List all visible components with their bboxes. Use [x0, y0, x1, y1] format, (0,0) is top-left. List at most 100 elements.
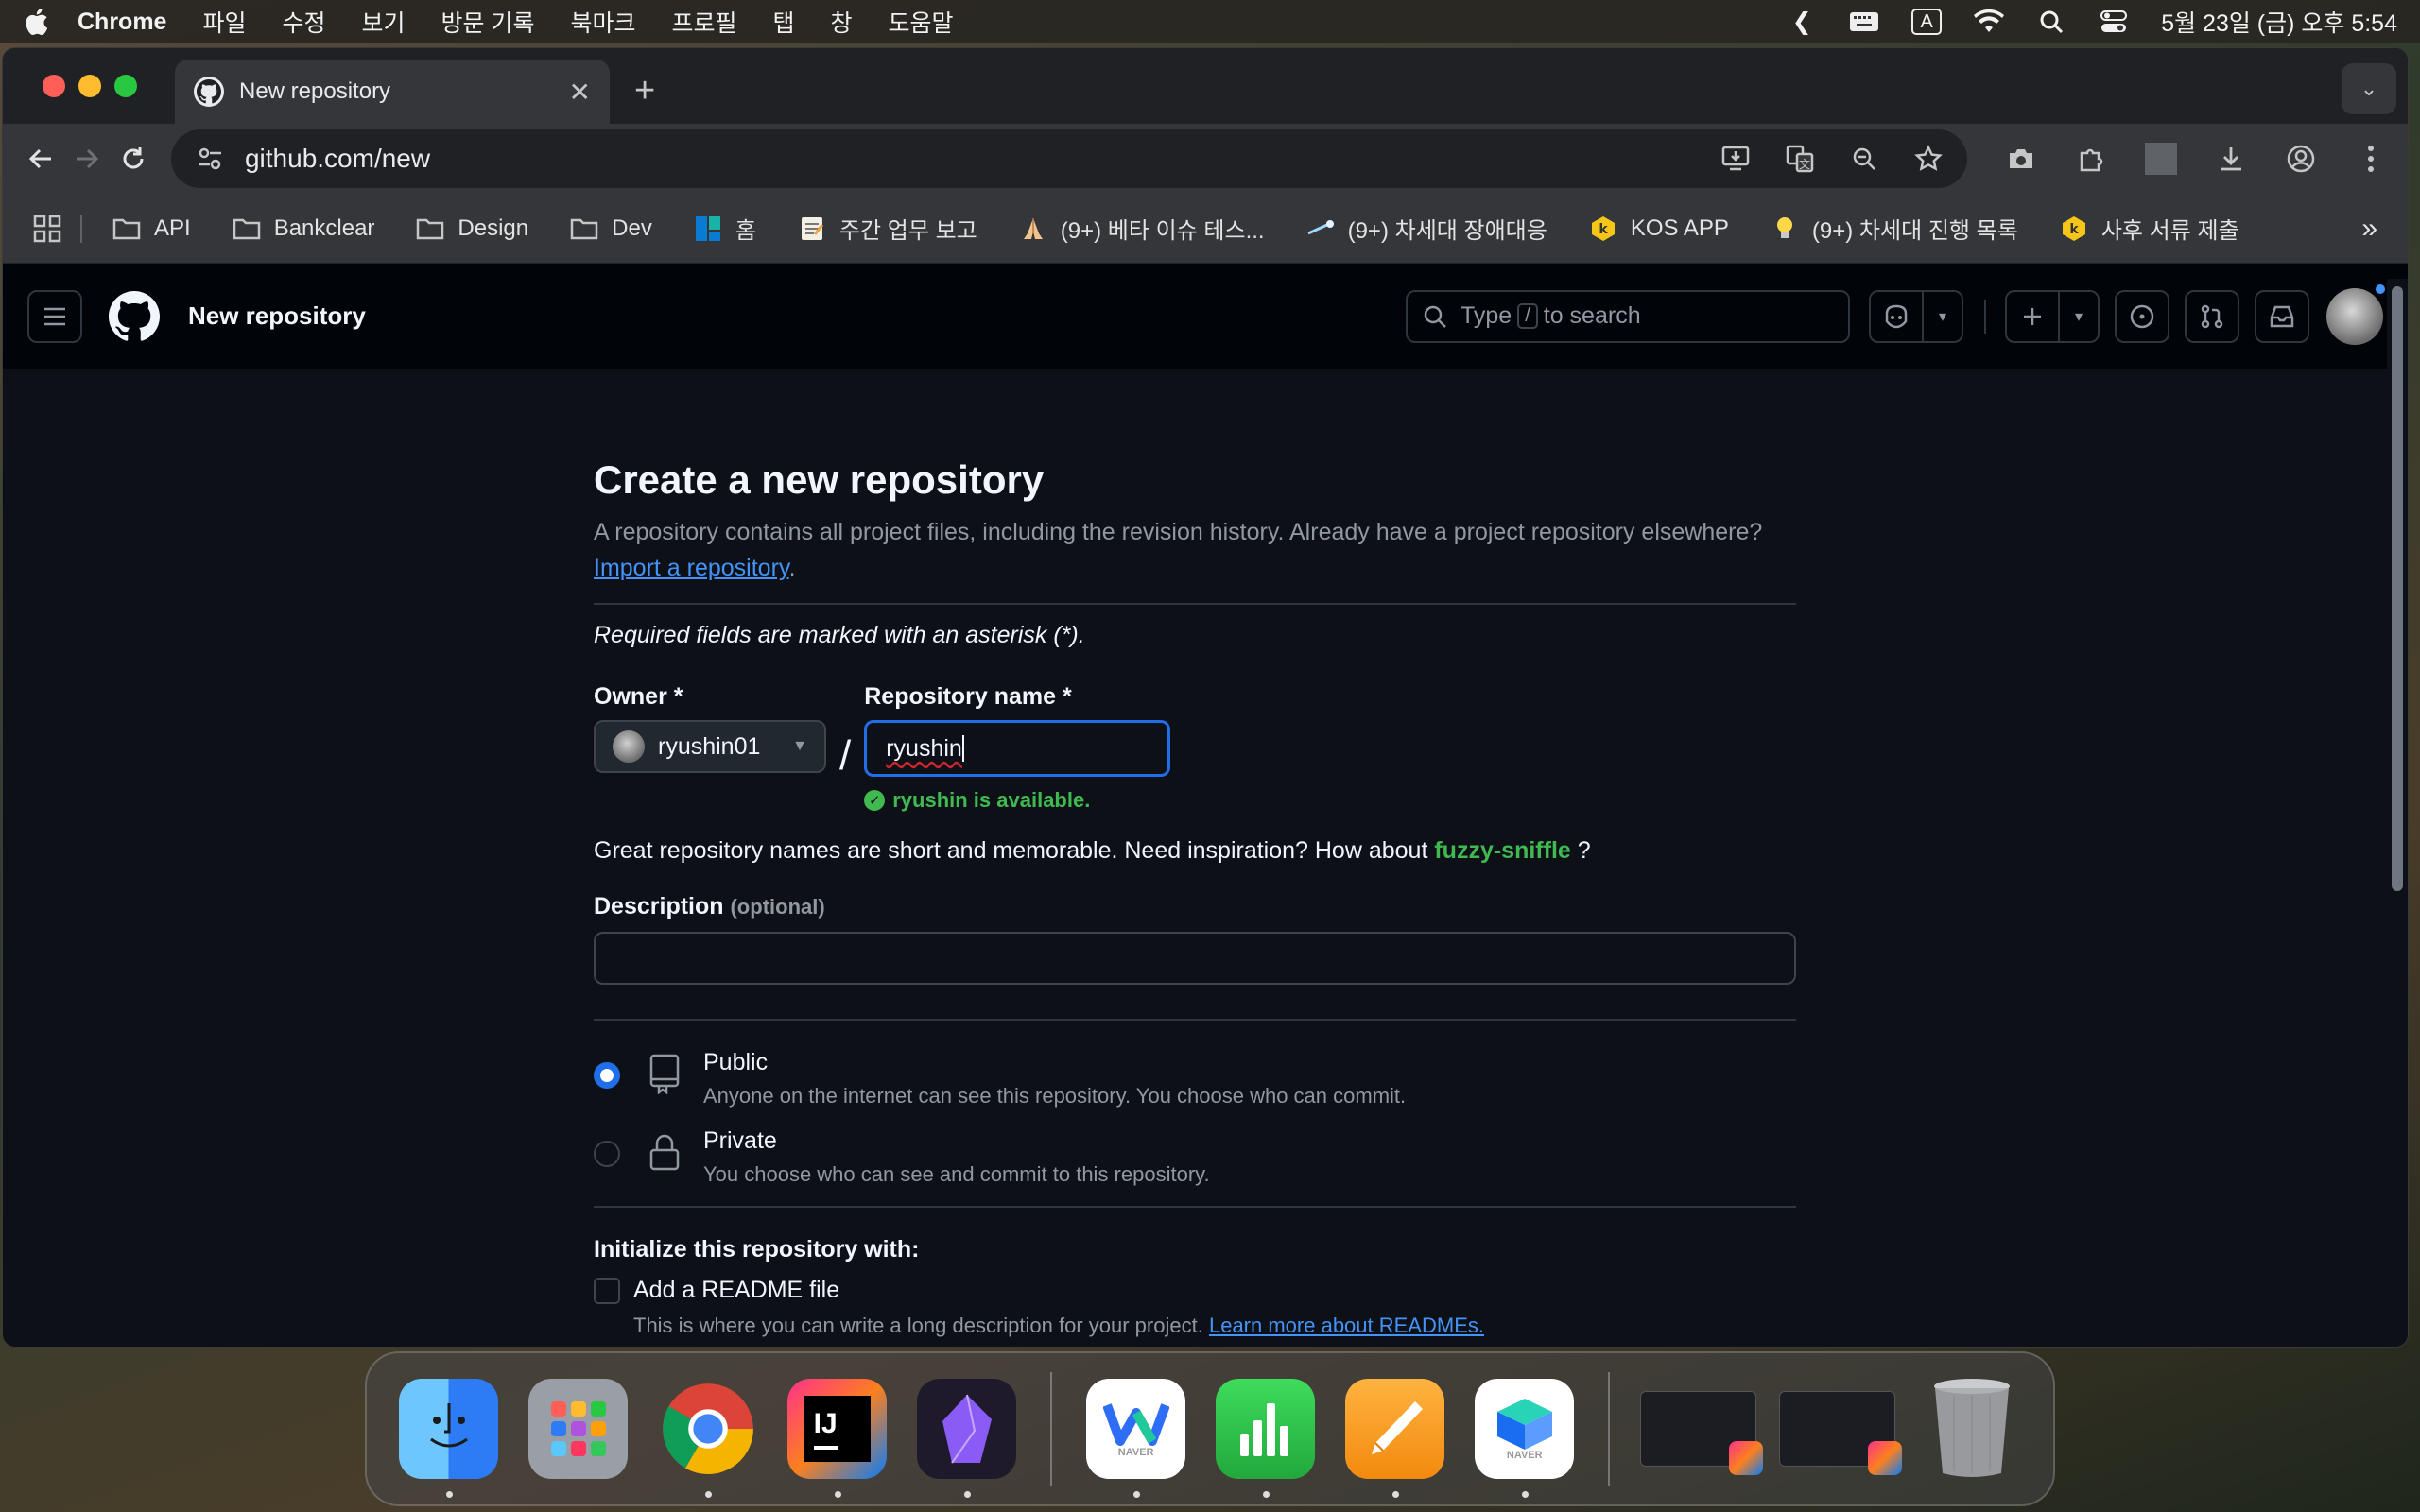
- bookmark-bankclear[interactable]: Bankclear: [233, 215, 374, 242]
- menu-bookmarks[interactable]: 북마크: [570, 5, 635, 39]
- close-window-button[interactable]: [43, 75, 65, 97]
- chrome-app-icon[interactable]: [658, 1379, 757, 1498]
- screenshot-camera-icon[interactable]: [2005, 143, 2037, 175]
- wifi-icon[interactable]: [1974, 9, 2005, 35]
- apps-grid-icon[interactable]: [33, 215, 61, 243]
- create-dropdown-caret-icon[interactable]: ▾: [2058, 289, 2100, 343]
- launchpad-app-icon[interactable]: [528, 1379, 629, 1479]
- spotlight-search-icon[interactable]: [2036, 9, 2066, 35]
- input-source-indicator[interactable]: A: [1911, 9, 1943, 35]
- control-center-icon[interactable]: [2099, 9, 2129, 35]
- visibility-public-option[interactable]: Public Anyone on the internet can see th…: [594, 1049, 1796, 1108]
- public-radio[interactable]: [594, 1062, 620, 1089]
- bookmark-dev[interactable]: Dev: [570, 215, 652, 242]
- tab-close-icon[interactable]: ✕: [569, 77, 591, 108]
- bookmark-next-gen-list[interactable]: (9+) 차세대 진행 목록: [1771, 212, 2018, 245]
- menu-tab[interactable]: 탭: [773, 5, 795, 39]
- omnibox-actions: 文: [1720, 143, 1945, 175]
- extensions-puzzle-icon[interactable]: [2075, 143, 2107, 175]
- owner-dropdown[interactable]: ryushin01 ▼: [594, 720, 826, 773]
- reload-icon[interactable]: [117, 132, 150, 185]
- menu-history[interactable]: 방문 기록: [441, 5, 535, 39]
- copilot-icon[interactable]: [1869, 289, 1924, 343]
- name-suggestion-link[interactable]: fuzzy-sniffle: [1434, 837, 1570, 864]
- user-avatar[interactable]: [2326, 282, 2387, 345]
- chrome-menu-kebab-icon[interactable]: [2355, 143, 2387, 175]
- issues-icon[interactable]: [2115, 289, 2169, 343]
- import-repository-link[interactable]: Import a repository: [594, 555, 789, 581]
- inbox-icon[interactable]: [2255, 289, 2309, 343]
- readme-checkbox[interactable]: [594, 1277, 620, 1304]
- profile-icon[interactable]: [2285, 143, 2317, 175]
- repo-name-input[interactable]: ryushin: [864, 720, 1171, 777]
- bookmark-star-icon[interactable]: [1912, 143, 1945, 175]
- page-intro: A repository contains all project files,…: [594, 519, 1763, 581]
- zoom-icon[interactable]: [1848, 143, 1880, 175]
- page-context-title[interactable]: New repository: [188, 301, 366, 331]
- translate-icon[interactable]: 文: [1784, 143, 1816, 175]
- menu-edit[interactable]: 수정: [282, 5, 325, 39]
- naver-box-app-icon[interactable]: NAVER: [1475, 1379, 1575, 1498]
- minimized-window-intellij-1[interactable]: [1640, 1391, 1764, 1475]
- visibility-private-option[interactable]: Private You choose who can see and commi…: [594, 1127, 1796, 1187]
- pull-requests-icon[interactable]: [2185, 289, 2239, 343]
- downloads-icon[interactable]: [2215, 143, 2247, 175]
- learn-more-readmes-link[interactable]: Learn more about READMEs.: [1209, 1314, 1484, 1337]
- copilot-button-group: ▾: [1869, 289, 1963, 343]
- availability-text: ryushin is available.: [892, 788, 1091, 812]
- private-radio[interactable]: [594, 1141, 620, 1167]
- page-scrollbar[interactable]: [2387, 279, 2408, 1347]
- obsidian-app-icon[interactable]: [917, 1379, 1017, 1498]
- description-input[interactable]: [594, 932, 1796, 985]
- hamburger-menu-icon[interactable]: [27, 289, 82, 343]
- running-indicator: [1521, 1491, 1529, 1498]
- pages-app-icon[interactable]: [1345, 1379, 1445, 1498]
- plus-icon[interactable]: [2005, 289, 2060, 343]
- back-arrow-icon[interactable]: [24, 132, 57, 185]
- apple-icon[interactable]: [23, 6, 49, 38]
- bookmark-kos-app[interactable]: k KOS APP: [1589, 215, 1729, 242]
- bookmark-next-gen-incident[interactable]: (9+) 차세대 장애대응: [1306, 212, 1547, 245]
- github-search-input[interactable]: Type / to search: [1406, 289, 1850, 343]
- bookmark-home[interactable]: 홈: [694, 212, 756, 245]
- bookmark-design[interactable]: Design: [416, 215, 528, 242]
- chevron-left-icon[interactable]: ❮: [1787, 9, 1817, 35]
- copilot-dropdown-caret-icon[interactable]: ▾: [1922, 289, 1963, 343]
- svg-text:k: k: [1599, 222, 1608, 237]
- address-bar[interactable]: github.com/new 文: [170, 129, 1967, 188]
- tab-new-repository[interactable]: New repository ✕: [175, 60, 610, 124]
- initialize-heading: Initialize this repository with:: [594, 1236, 920, 1263]
- menu-file[interactable]: 파일: [202, 5, 246, 39]
- minimized-window-intellij-2[interactable]: [1779, 1391, 1902, 1475]
- trash-icon[interactable]: [1922, 1379, 2021, 1479]
- readme-help-text: This is where you can write a long descr…: [633, 1314, 1203, 1337]
- menu-view[interactable]: 보기: [362, 5, 406, 39]
- readme-option[interactable]: Add a README file: [594, 1277, 1796, 1304]
- forward-arrow-icon[interactable]: [70, 132, 103, 185]
- github-logo-icon[interactable]: [109, 290, 160, 342]
- finder-app-icon[interactable]: [399, 1379, 499, 1498]
- bookmark-post-docs[interactable]: k 사후 서류 제출: [2060, 212, 2239, 245]
- intellij-app-icon[interactable]: IJ: [787, 1379, 888, 1498]
- lock-icon: [648, 1131, 681, 1173]
- keyboard-icon[interactable]: [1849, 9, 1879, 35]
- bookmark-beta-issue[interactable]: (9+) 베타 이슈 테스...: [1019, 212, 1265, 245]
- zoom-window-button[interactable]: [114, 75, 137, 97]
- scrollbar-thumb[interactable]: [2392, 286, 2403, 891]
- tab-search-chevron-icon[interactable]: ⌄: [2342, 63, 2396, 114]
- bookmarks-overflow-icon[interactable]: »: [2361, 213, 2377, 245]
- numbers-app-icon[interactable]: [1216, 1379, 1316, 1498]
- site-settings-icon[interactable]: [194, 143, 226, 175]
- menu-help[interactable]: 도움말: [889, 5, 954, 39]
- bookmark-weekly-report[interactable]: 주간 업무 보고: [798, 212, 977, 245]
- new-tab-plus-icon[interactable]: +: [634, 71, 655, 112]
- menu-window[interactable]: 창: [831, 5, 853, 39]
- install-app-icon[interactable]: [1720, 143, 1752, 175]
- naver-works-app-icon[interactable]: NAVER: [1086, 1379, 1186, 1498]
- minimize-window-button[interactable]: [78, 75, 101, 97]
- svg-text:k: k: [2069, 222, 2079, 237]
- menubar-clock[interactable]: 5월 23일 (금) 오후 5:54: [2161, 5, 2397, 39]
- bookmark-api[interactable]: API: [112, 215, 191, 242]
- menu-app-name[interactable]: Chrome: [78, 9, 166, 36]
- menu-profile[interactable]: 프로필: [671, 5, 736, 39]
